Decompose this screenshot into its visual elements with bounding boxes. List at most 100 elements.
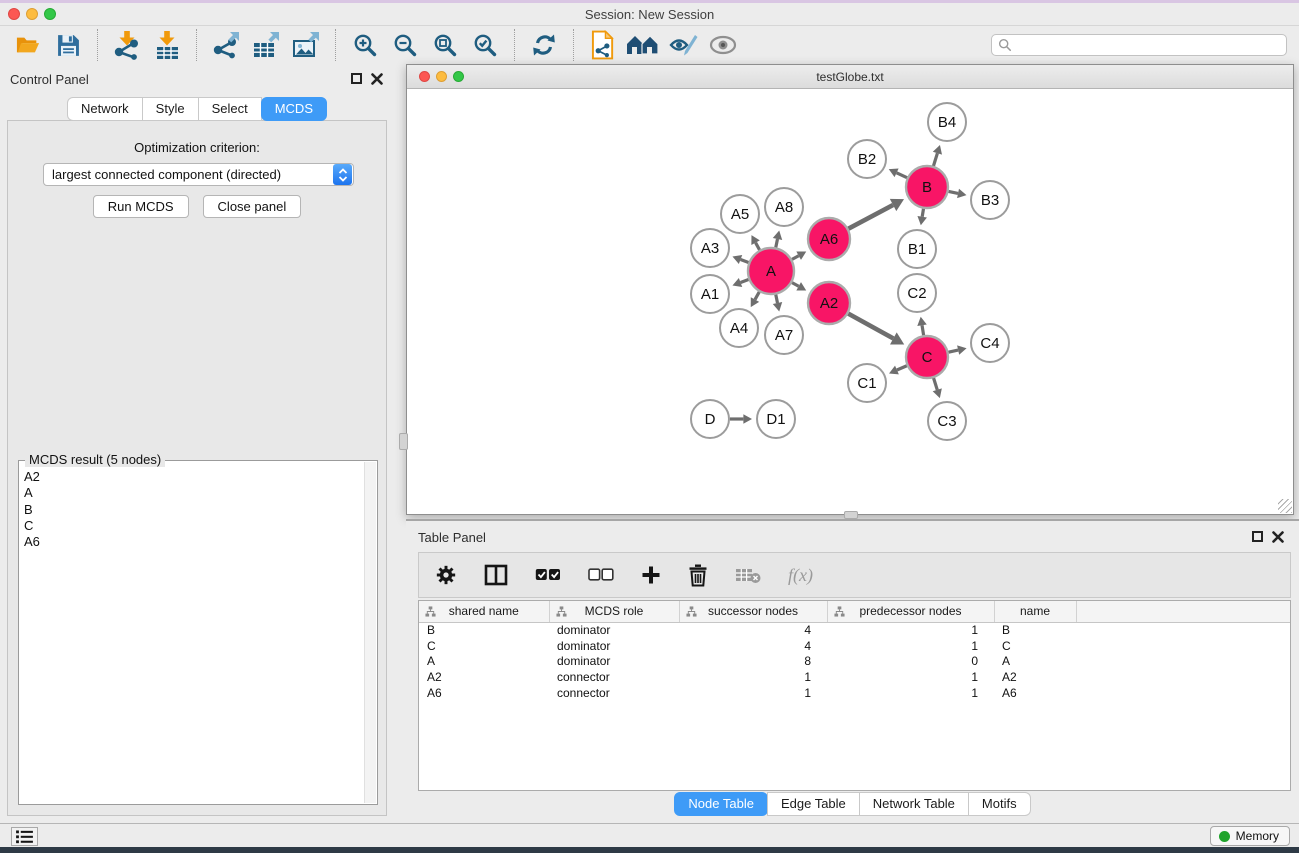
optimization-criterion-select[interactable]: largest connected component (directed) <box>43 163 354 186</box>
run-mcds-button[interactable]: Run MCDS <box>93 195 189 218</box>
node-table[interactable]: shared nameMCDS rolesuccessor nodesprede… <box>418 600 1291 791</box>
import-table-button[interactable] <box>150 29 184 61</box>
document-network-icon <box>591 30 616 60</box>
table-tab-network-table[interactable]: Network Table <box>859 792 969 816</box>
close-table-panel-icon[interactable] <box>1272 530 1285 543</box>
column-settings-button[interactable] <box>435 564 457 586</box>
graph-node-C[interactable]: C <box>906 336 948 378</box>
memory-button[interactable]: Memory <box>1210 826 1290 846</box>
graph-node-B2[interactable]: B2 <box>848 140 886 178</box>
export-image-button[interactable] <box>289 29 323 61</box>
graph-node-A[interactable]: A <box>748 248 794 294</box>
graph-node-A1[interactable]: A1 <box>691 275 729 313</box>
network-canvas[interactable]: A A1 A2 A3 A4 A5 A6 A7 A8 B B1 B2 B3 B4 C C1 C2 C3 C4 D D1 <box>407 89 1293 514</box>
graph-node-B3[interactable]: B3 <box>971 181 1009 219</box>
zoom-out-button[interactable] <box>388 29 422 61</box>
add-column-button[interactable] <box>641 565 661 585</box>
homes-button[interactable] <box>626 29 660 61</box>
graph-node-B1[interactable]: B1 <box>898 230 936 268</box>
zoom-selected-button[interactable] <box>468 29 502 61</box>
tab-mcds[interactable]: MCDS <box>261 97 327 121</box>
gear-icon <box>435 564 457 586</box>
graph-node-C2[interactable]: C2 <box>898 274 936 312</box>
delete-table-icon <box>735 566 761 584</box>
column-header-MCDS-role[interactable]: MCDS role <box>549 601 679 622</box>
deselect-all-columns-button[interactable] <box>588 568 614 582</box>
graph-node-B4[interactable]: B4 <box>928 103 966 141</box>
graph-node-A5[interactable]: A5 <box>721 195 759 233</box>
mcds-result-list[interactable]: A2ABCA6 <box>20 469 364 803</box>
graph-node-C1[interactable]: C1 <box>848 364 886 402</box>
result-item[interactable]: C <box>20 518 364 534</box>
graph-node-A8[interactable]: A8 <box>765 188 803 226</box>
table-row[interactable]: Cdominator41C <box>419 638 1290 654</box>
toolbar-separator <box>514 29 515 61</box>
import-table-icon <box>152 30 182 60</box>
table-tab-node-table[interactable]: Node Table <box>674 792 768 816</box>
svg-text:A7: A7 <box>775 327 793 344</box>
graph-node-C4[interactable]: C4 <box>971 324 1009 362</box>
function-builder-button[interactable]: f(x) <box>788 565 813 586</box>
graph-node-B[interactable]: B <box>906 166 948 208</box>
graph-node-A2[interactable]: A2 <box>808 282 850 324</box>
column-header-successor-nodes[interactable]: successor nodes <box>679 601 827 622</box>
graph-node-D1[interactable]: D1 <box>757 400 795 438</box>
import-network-button[interactable] <box>110 29 144 61</box>
graph-node-A7[interactable]: A7 <box>765 316 803 354</box>
select-all-columns-button[interactable] <box>535 568 561 582</box>
svg-text:B4: B4 <box>938 114 956 131</box>
search-input[interactable] <box>1016 36 1286 54</box>
svg-text:A5: A5 <box>731 206 749 223</box>
graph-node-A4[interactable]: A4 <box>720 309 758 347</box>
save-session-button[interactable] <box>51 29 85 61</box>
delete-column-button[interactable] <box>688 564 708 587</box>
zoom-fit-button[interactable] <box>428 29 462 61</box>
table-row[interactable]: A2connector11A2 <box>419 669 1290 685</box>
result-item[interactable]: A2 <box>20 469 364 485</box>
export-network-button[interactable] <box>209 29 243 61</box>
table-row[interactable]: A6connector11A6 <box>419 685 1290 701</box>
float-table-panel-icon[interactable] <box>1252 531 1263 542</box>
window-titlebar: Session: New Session <box>0 3 1299 26</box>
birds-eye-toggle-button[interactable] <box>706 29 740 61</box>
frame-resize-grip[interactable] <box>1278 499 1292 513</box>
list-icon <box>16 830 33 844</box>
task-history-button[interactable] <box>11 827 38 846</box>
tab-network[interactable]: Network <box>67 97 143 121</box>
show-columns-button[interactable] <box>484 564 508 586</box>
column-header-name[interactable]: name <box>994 601 1076 622</box>
export-image-icon <box>291 30 321 60</box>
close-panel-button[interactable]: Close panel <box>203 195 302 218</box>
result-scrollbar[interactable] <box>364 462 376 803</box>
export-table-button[interactable] <box>249 29 283 61</box>
apply-layout-button[interactable] <box>527 29 561 61</box>
column-header-shared-name[interactable]: shared name <box>419 601 549 622</box>
vertical-split-grip[interactable] <box>399 433 408 450</box>
table-tab-motifs[interactable]: Motifs <box>968 792 1031 816</box>
table-tab-edge-table[interactable]: Edge Table <box>767 792 860 816</box>
graph-node-C3[interactable]: C3 <box>928 402 966 440</box>
close-panel-icon[interactable] <box>371 72 384 85</box>
result-item[interactable]: A <box>20 485 364 501</box>
result-item[interactable]: A6 <box>20 534 364 550</box>
horizontal-split-grip[interactable] <box>844 511 858 519</box>
graph-node-D[interactable]: D <box>691 400 729 438</box>
result-item[interactable]: B <box>20 502 364 518</box>
float-panel-icon[interactable] <box>351 73 362 84</box>
column-header-predecessor-nodes[interactable]: predecessor nodes <box>827 601 994 622</box>
zoom-in-button[interactable] <box>348 29 382 61</box>
tab-style[interactable]: Style <box>142 97 199 121</box>
tab-select[interactable]: Select <box>198 97 262 121</box>
delete-table-button[interactable] <box>735 566 761 584</box>
table-panel-tabs: Node TableEdge TableNetwork TableMotifs <box>406 792 1299 816</box>
network-from-selection-button[interactable] <box>586 29 620 61</box>
hide-graphics-details-button[interactable] <box>666 29 700 61</box>
search-box[interactable] <box>991 34 1287 56</box>
table-row[interactable]: Bdominator41B <box>419 622 1290 638</box>
open-file-button[interactable] <box>11 29 45 61</box>
table-body: Bdominator41BCdominator41CAdominator80AA… <box>419 622 1290 701</box>
graph-node-A6[interactable]: A6 <box>808 218 850 260</box>
columns-icon <box>484 564 508 586</box>
table-row[interactable]: Adominator80A <box>419 654 1290 670</box>
graph-node-A3[interactable]: A3 <box>691 229 729 267</box>
